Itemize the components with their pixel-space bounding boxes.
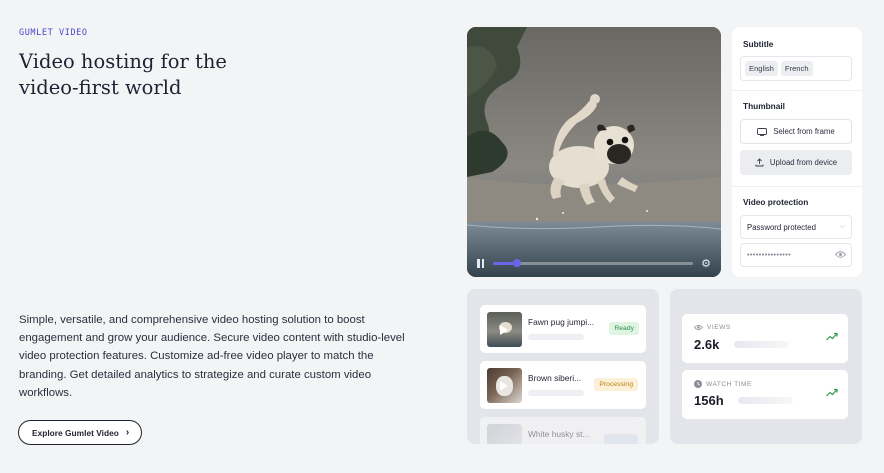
eye-icon [694, 324, 703, 331]
watch-time-label-row: WATCH TIME [694, 380, 752, 388]
settings-icon[interactable]: ⚙ [701, 257, 711, 270]
watch-time-label: WATCH TIME [706, 380, 752, 388]
list-item[interactable]: Brown siberi... Processing [480, 361, 646, 409]
views-value: 2.6k [694, 337, 720, 352]
hero-description: Simple, versatile, and comprehensive vid… [19, 314, 405, 399]
video-protection-select[interactable]: Password protected ⌵ [740, 215, 852, 239]
list-item[interactable]: Fawn pug jumpi... Ready [480, 305, 646, 353]
video-player[interactable]: ⚙ [467, 27, 721, 277]
clock-icon [694, 380, 702, 388]
pause-icon[interactable] [477, 258, 485, 268]
views-label-row: VIEWS [694, 324, 731, 331]
video-thumbnail [487, 312, 522, 347]
video-title: Brown siberi... [528, 373, 582, 383]
explore-video-button[interactable]: Explore Gumlet Video › [18, 420, 143, 445]
trend-up-icon [826, 332, 838, 341]
views-bar-placeholder [734, 341, 789, 348]
play-icon [500, 325, 508, 335]
explore-video-button-label: Explore Gumlet Video [32, 427, 119, 438]
eyebrow-label: GUMLET VIDEO [19, 28, 88, 38]
play-icon [500, 381, 508, 391]
divider [732, 186, 862, 187]
status-badge: Processing [594, 378, 638, 391]
status-badge: Ready [609, 322, 639, 335]
seek-bar-handle[interactable] [513, 259, 521, 267]
video-thumbnail [487, 424, 522, 444]
list-item[interactable]: White husky st... [480, 417, 646, 444]
video-title: White husky st... [528, 429, 590, 439]
video-frame-pug-image [467, 27, 721, 277]
watch-time-bar-placeholder [738, 397, 793, 404]
eye-icon[interactable] [835, 250, 846, 259]
video-protection-heading: Video protection [743, 197, 809, 207]
chevron-right-icon: › [125, 427, 130, 438]
views-card: VIEWS 2.6k [682, 314, 848, 363]
seek-bar[interactable] [493, 259, 694, 267]
select-from-frame-label: Select from frame [773, 127, 835, 136]
select-from-frame-button[interactable]: Select from frame [740, 119, 852, 144]
monitor-icon [757, 127, 768, 136]
thumbnail-heading: Thumbnail [743, 101, 785, 111]
video-thumbnail [487, 368, 522, 403]
subtitle-chip-english[interactable]: English [745, 61, 778, 76]
divider [732, 90, 862, 91]
watch-time-card: WATCH TIME 156h [682, 370, 848, 419]
page-title: Video hosting for the video-first world [19, 50, 227, 99]
password-field[interactable]: ••••••••••••••• [740, 243, 852, 267]
analytics-panel: VIEWS 2.6k WATCH TIME 156h [670, 289, 862, 444]
subtitle-language-field[interactable]: English French [740, 56, 852, 81]
video-settings-panel: Subtitle English French Thumbnail Select… [732, 27, 862, 277]
status-badge [604, 434, 638, 444]
chevron-down-icon: ⌵ [839, 223, 845, 230]
upload-from-device-label: Upload from device [769, 158, 838, 167]
video-list-panel: Fawn pug jumpi... Ready Brown siberi... … [467, 289, 659, 444]
views-label: VIEWS [707, 324, 731, 331]
video-protection-value: Password protected [747, 222, 816, 232]
video-title: Fawn pug jumpi... [528, 317, 595, 327]
player-controls: ⚙ [467, 249, 721, 277]
upload-from-device-button[interactable]: Upload from device [740, 150, 852, 175]
video-meta-placeholder [528, 334, 584, 340]
subtitle-heading: Subtitle [743, 39, 774, 49]
subtitle-chip-french[interactable]: French [780, 61, 813, 76]
watch-time-value: 156h [694, 393, 724, 408]
video-meta-placeholder [528, 390, 584, 396]
trend-up-icon [826, 388, 838, 397]
password-mask: ••••••••••••••• [747, 251, 792, 259]
upload-icon [755, 158, 764, 167]
